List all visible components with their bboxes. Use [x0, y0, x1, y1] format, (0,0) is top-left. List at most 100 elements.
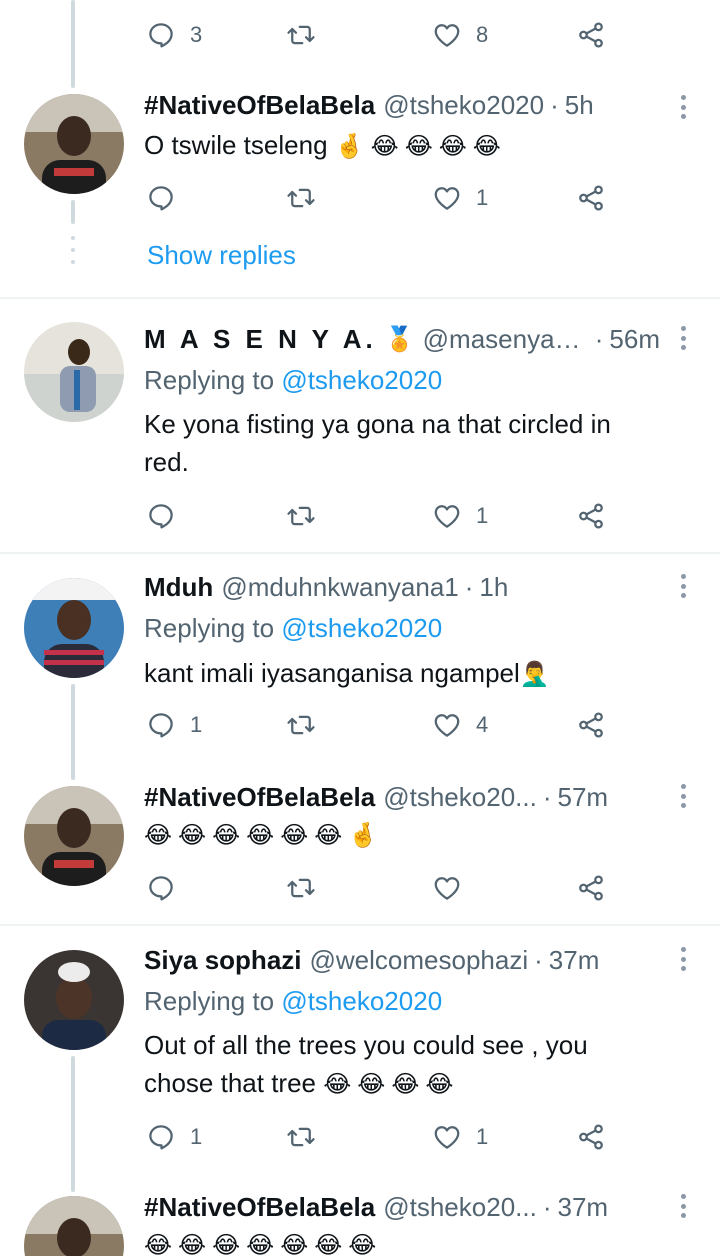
- timestamp[interactable]: 57m: [558, 782, 609, 813]
- reply-button[interactable]: [146, 499, 176, 533]
- more-icon[interactable]: [676, 323, 690, 353]
- avatar[interactable]: [24, 578, 124, 678]
- mention-link[interactable]: @tsheko2020: [281, 986, 442, 1016]
- reply-icon: [146, 873, 176, 903]
- display-name[interactable]: Mduh: [144, 572, 213, 603]
- more-icon[interactable]: [676, 944, 690, 974]
- tweet-text: 😂 😂 😂 😂 😂 😂 😂: [144, 1225, 670, 1256]
- retweet-button[interactable]: [286, 18, 316, 52]
- avatar[interactable]: [24, 322, 124, 422]
- tweet-text: Out of all the trees you could see , you…: [144, 1026, 670, 1104]
- tweet-actions: 1: [144, 499, 624, 533]
- tweet-text: O tswile tseleng 🤞 😂 😂 😂 😂: [144, 126, 670, 166]
- share-icon: [576, 873, 606, 903]
- avatar[interactable]: [24, 950, 124, 1050]
- reply-icon: [146, 183, 176, 213]
- emoji: 😂: [314, 822, 343, 850]
- share-button[interactable]: [576, 18, 606, 52]
- reply-count: 3: [190, 22, 203, 47]
- tweet-text: 😂 😂 😂 😂 😂 😂 🤞: [144, 815, 670, 855]
- emoji: 😂: [438, 133, 467, 161]
- emoji: 😂: [178, 1232, 207, 1256]
- user-handle[interactable]: @tsheko20...: [383, 1192, 537, 1223]
- retweet-button[interactable]: [286, 708, 316, 742]
- tweet-header: M A S E N Y A. 🏅 @masenyam... · 56m: [144, 323, 660, 355]
- avatar[interactable]: [24, 786, 124, 886]
- reply-button[interactable]: [146, 181, 176, 215]
- retweet-icon: [286, 873, 316, 903]
- display-name[interactable]: M A S E N Y A.: [144, 324, 377, 355]
- emoji: 😂: [178, 822, 207, 850]
- user-handle[interactable]: @tsheko2020: [383, 90, 544, 121]
- retweet-icon: [286, 710, 316, 740]
- display-name[interactable]: Siya sophazi: [144, 945, 302, 976]
- emoji: 😂: [280, 1232, 309, 1256]
- divider: [0, 924, 720, 926]
- emoji: 😂: [144, 1232, 173, 1256]
- emoji: 😂: [144, 822, 173, 850]
- emoji: 😂: [280, 822, 309, 850]
- display-name[interactable]: #NativeOfBelaBela: [144, 1192, 375, 1223]
- retweet-button[interactable]: [286, 499, 316, 533]
- mention-link[interactable]: @tsheko2020: [281, 613, 442, 643]
- replying-to: Replying to @tsheko2020: [144, 986, 442, 1017]
- like-button[interactable]: 8: [432, 18, 488, 52]
- display-name[interactable]: #NativeOfBelaBela: [144, 90, 375, 121]
- show-replies-link[interactable]: Show replies: [147, 240, 296, 271]
- mention-link[interactable]: @tsheko2020: [281, 365, 442, 395]
- share-icon: [576, 1122, 606, 1152]
- like-icon: [432, 710, 462, 740]
- display-name[interactable]: #NativeOfBelaBela: [144, 782, 375, 813]
- retweet-button[interactable]: [286, 1120, 316, 1154]
- dot-separator: ·: [534, 944, 543, 975]
- like-button[interactable]: 1: [432, 499, 488, 533]
- more-icon[interactable]: [676, 1191, 690, 1221]
- tweet-text-body: O tswile tseleng: [144, 130, 328, 160]
- more-icon[interactable]: [676, 571, 690, 601]
- tweet-actions: 1: [144, 181, 624, 215]
- like-button[interactable]: [432, 871, 462, 905]
- reply-button[interactable]: [146, 871, 176, 905]
- tweet-text-line: red.: [144, 447, 189, 477]
- share-button[interactable]: [576, 181, 606, 215]
- reply-button[interactable]: 1: [146, 1120, 202, 1154]
- share-button[interactable]: [576, 499, 606, 533]
- reply-button[interactable]: 1: [146, 708, 202, 742]
- user-handle[interactable]: @masenyam...: [423, 324, 589, 355]
- avatar[interactable]: [24, 94, 124, 194]
- like-button[interactable]: 4: [432, 708, 488, 742]
- timestamp[interactable]: 37m: [558, 1192, 609, 1223]
- retweet-button[interactable]: [286, 871, 316, 905]
- thread-line: [71, 684, 75, 780]
- thread-dots: [71, 236, 75, 270]
- user-handle[interactable]: @welcomesophazi: [310, 945, 529, 976]
- more-icon[interactable]: [676, 781, 690, 811]
- emoji: 🤦‍♂️: [519, 661, 550, 689]
- like-icon: [432, 20, 462, 50]
- tweet-text: Ke yona fisting ya gona na that circled …: [144, 405, 670, 481]
- timestamp[interactable]: 37m: [549, 945, 600, 976]
- share-button[interactable]: [576, 708, 606, 742]
- emoji: 😂: [425, 1071, 454, 1099]
- timestamp[interactable]: 1h: [479, 572, 508, 603]
- retweet-icon: [286, 1122, 316, 1152]
- like-icon: [432, 501, 462, 531]
- user-handle[interactable]: @mduhnkwanyana1: [221, 572, 458, 603]
- like-icon: [432, 1122, 462, 1152]
- tweet-text: kant imali iyasanganisa ngampel🤦‍♂️: [144, 654, 670, 694]
- avatar[interactable]: [24, 1196, 124, 1256]
- like-button[interactable]: 1: [432, 181, 488, 215]
- timestamp[interactable]: 56m: [609, 324, 660, 355]
- reply-button[interactable]: 3: [146, 18, 202, 52]
- like-count: 1: [476, 503, 489, 528]
- timestamp[interactable]: 5h: [565, 90, 594, 121]
- share-button[interactable]: [576, 1120, 606, 1154]
- share-button[interactable]: [576, 871, 606, 905]
- medal-icon: 🏅: [384, 325, 415, 353]
- emoji: 😂: [212, 822, 241, 850]
- more-icon[interactable]: [676, 92, 690, 122]
- user-handle[interactable]: @tsheko20...: [383, 782, 537, 813]
- retweet-button[interactable]: [286, 181, 316, 215]
- tweet-header: Siya sophazi @welcomesophazi · 37m: [144, 944, 660, 976]
- like-button[interactable]: 1: [432, 1120, 488, 1154]
